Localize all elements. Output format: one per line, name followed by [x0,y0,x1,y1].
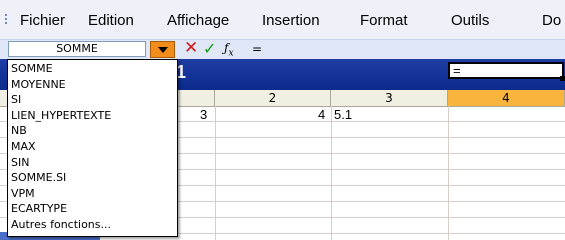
column-header-4[interactable]: 4 [448,90,565,106]
function-item-si[interactable]: SI [11,92,21,108]
menu-donnees[interactable]: Do [542,12,561,29]
menu-format[interactable]: Format [360,12,408,29]
confirm-check-icon[interactable]: ✓ [203,39,216,58]
function-item-moyenne[interactable]: MOYENNE [11,77,66,93]
function-item-somme[interactable]: SOMME [11,61,53,77]
function-item-ecartype[interactable]: ECARTYPE [11,201,67,217]
menu-bar: Fichier Edition Affichage Insertion Form… [0,0,565,39]
column-header-2[interactable]: 2 [215,90,331,106]
function-dropdown: SOMME MOYENNE SI LIEN_HYPERTEXTE NB MAX … [7,59,178,237]
name-box[interactable]: SOMME [8,41,146,57]
column-header-blank[interactable] [178,90,215,106]
cell-value-3[interactable]: 3 [200,107,207,123]
chevron-down-icon [158,47,168,53]
cell-value-4[interactable]: 4 [318,107,325,123]
function-item-max[interactable]: MAX [11,139,36,155]
active-cell[interactable]: = [448,62,564,79]
formula-input[interactable]: = [252,41,562,57]
menu-edition[interactable]: Edition [88,12,134,29]
column-header-3[interactable]: 3 [331,90,448,106]
menu-affichage[interactable]: Affichage [167,12,229,29]
function-item-somme-si[interactable]: SOMME.SI [11,170,66,186]
function-item-sin[interactable]: SIN [11,155,29,171]
formula-bar: SOMME ✕ ✓ ƒx = [0,38,565,60]
insert-function-icon[interactable]: ƒx [224,41,234,58]
fill-handle[interactable] [560,76,565,81]
function-item-autres-fonctions[interactable]: Autres fonctions... [11,217,111,233]
function-item-lien-hypertexte[interactable]: LIEN_HYPERTEXTE [11,108,111,124]
menu-fichier[interactable]: Fichier [20,12,65,29]
cell-value-5-1[interactable]: 5.1 [334,107,352,123]
function-item-nb[interactable]: NB [11,123,27,139]
name-box-dropdown-button[interactable] [150,41,175,58]
grid-line [215,106,216,240]
grid-line [448,106,449,240]
grid-line [331,106,332,240]
toolbar-grip[interactable] [5,14,8,28]
menu-insertion[interactable]: Insertion [262,12,320,29]
active-cell-content: = [453,63,461,78]
function-item-vpm[interactable]: VPM [11,186,35,202]
menu-outils[interactable]: Outils [451,12,489,29]
cancel-x-icon[interactable]: ✕ [184,38,198,58]
